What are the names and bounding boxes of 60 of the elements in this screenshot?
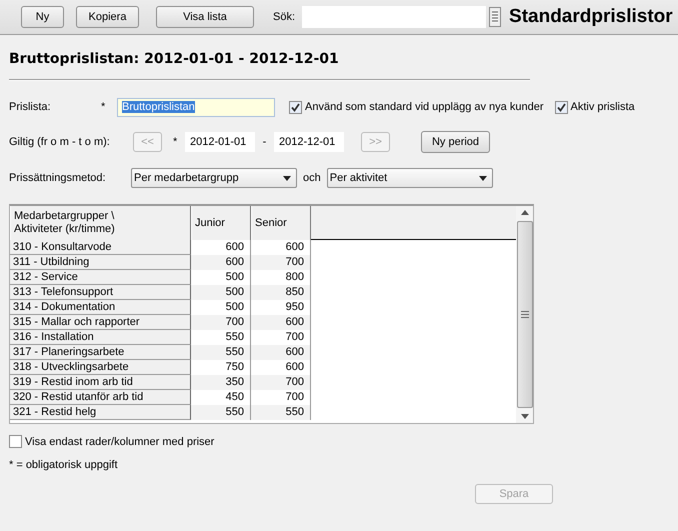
grip-icon[interactable] xyxy=(520,311,528,318)
search-label: Sök: xyxy=(273,11,296,23)
table-cell: 313 - Telefonsupport xyxy=(10,285,191,300)
table-cell: 700 xyxy=(251,255,311,270)
heading: Bruttoprislistan: 2012-01-01 - 2012-12-01 xyxy=(9,51,340,69)
table-cell: 317 - Planeringsarbete xyxy=(10,345,191,360)
checkbox[interactable] xyxy=(9,435,22,448)
toolbar-button[interactable]: Ny xyxy=(21,6,64,28)
table-cell: 600 xyxy=(191,255,251,270)
date-field[interactable]: 2012-12-01 xyxy=(274,132,344,152)
table-cell: 319 - Restid inom arb tid xyxy=(10,375,191,390)
separator: - xyxy=(262,136,268,148)
checkbox-label: Aktiv prislista xyxy=(570,101,635,113)
table-cell: 550 xyxy=(191,405,251,420)
table-cell: 600 xyxy=(251,345,311,360)
search-field[interactable] xyxy=(302,6,486,28)
scroll-up-icon[interactable] xyxy=(520,210,528,215)
scrollbar[interactable] xyxy=(516,206,533,423)
field-label: Prislista: xyxy=(9,101,52,113)
table-cell: 310 - Konsultarvode xyxy=(10,240,191,255)
table-cell: 312 - Service xyxy=(10,270,191,285)
checkbox-label: Använd som standard vid upplägg av nya kunder xyxy=(305,101,544,113)
required-mark: * xyxy=(101,101,106,113)
table-cell: 311 - Utbildning xyxy=(10,255,191,270)
table-cell: 500 xyxy=(191,285,251,300)
field-label: Prissättningsmetod: xyxy=(9,172,107,184)
field-value: Bruttoprislistan xyxy=(122,101,195,113)
table-cell: 321 - Restid helg xyxy=(10,405,191,420)
footnote: * = obligatorisk uppgift xyxy=(9,459,119,471)
new-period-button[interactable]: Ny period xyxy=(421,131,490,153)
table-cell: 314 - Dokumentation xyxy=(10,300,191,315)
scroll-down-icon[interactable] xyxy=(520,414,528,419)
table-cell: 600 xyxy=(251,315,311,330)
caret-icon xyxy=(283,176,291,180)
table-cell: 315 - Mallar och rapporter xyxy=(10,315,191,330)
toolbar-button[interactable]: Kopiera xyxy=(76,6,139,28)
table-cell: 318 - Utvecklingsarbete xyxy=(10,360,191,375)
caret-icon xyxy=(478,176,487,180)
name-field[interactable]: Bruttoprislistan xyxy=(117,98,275,116)
page-title: Standardprislistor xyxy=(509,6,673,28)
checkbox[interactable] xyxy=(289,100,302,114)
list-icon[interactable] xyxy=(489,7,502,27)
date-field[interactable]: 2012-01-01 xyxy=(185,132,255,152)
table-cell: 316 - Installation xyxy=(10,330,191,345)
checkbox-label: Visa endast rader/kolumner med priser xyxy=(25,436,214,448)
dropdown[interactable]: Per medarbetargrupp xyxy=(131,168,297,188)
table-cell: 700 xyxy=(191,315,251,330)
table-cell: 700 xyxy=(251,375,311,390)
column-header: Junior xyxy=(191,206,251,240)
field-label: Giltig (fr o m - t o m): xyxy=(9,136,111,148)
checkbox[interactable] xyxy=(554,100,568,114)
table-cell: 550 xyxy=(191,345,251,360)
required-mark: * xyxy=(173,136,178,148)
conjunction: och xyxy=(303,172,321,184)
table-cell: 320 - Restid utanför arb tid xyxy=(10,390,191,405)
toolbar-button[interactable]: Visa lista xyxy=(156,6,254,28)
table-cell: 350 xyxy=(191,375,251,390)
table-cell: 550 xyxy=(251,405,311,420)
dropdown[interactable]: Per aktivitet xyxy=(326,168,493,188)
table-cell: 850 xyxy=(251,285,311,300)
